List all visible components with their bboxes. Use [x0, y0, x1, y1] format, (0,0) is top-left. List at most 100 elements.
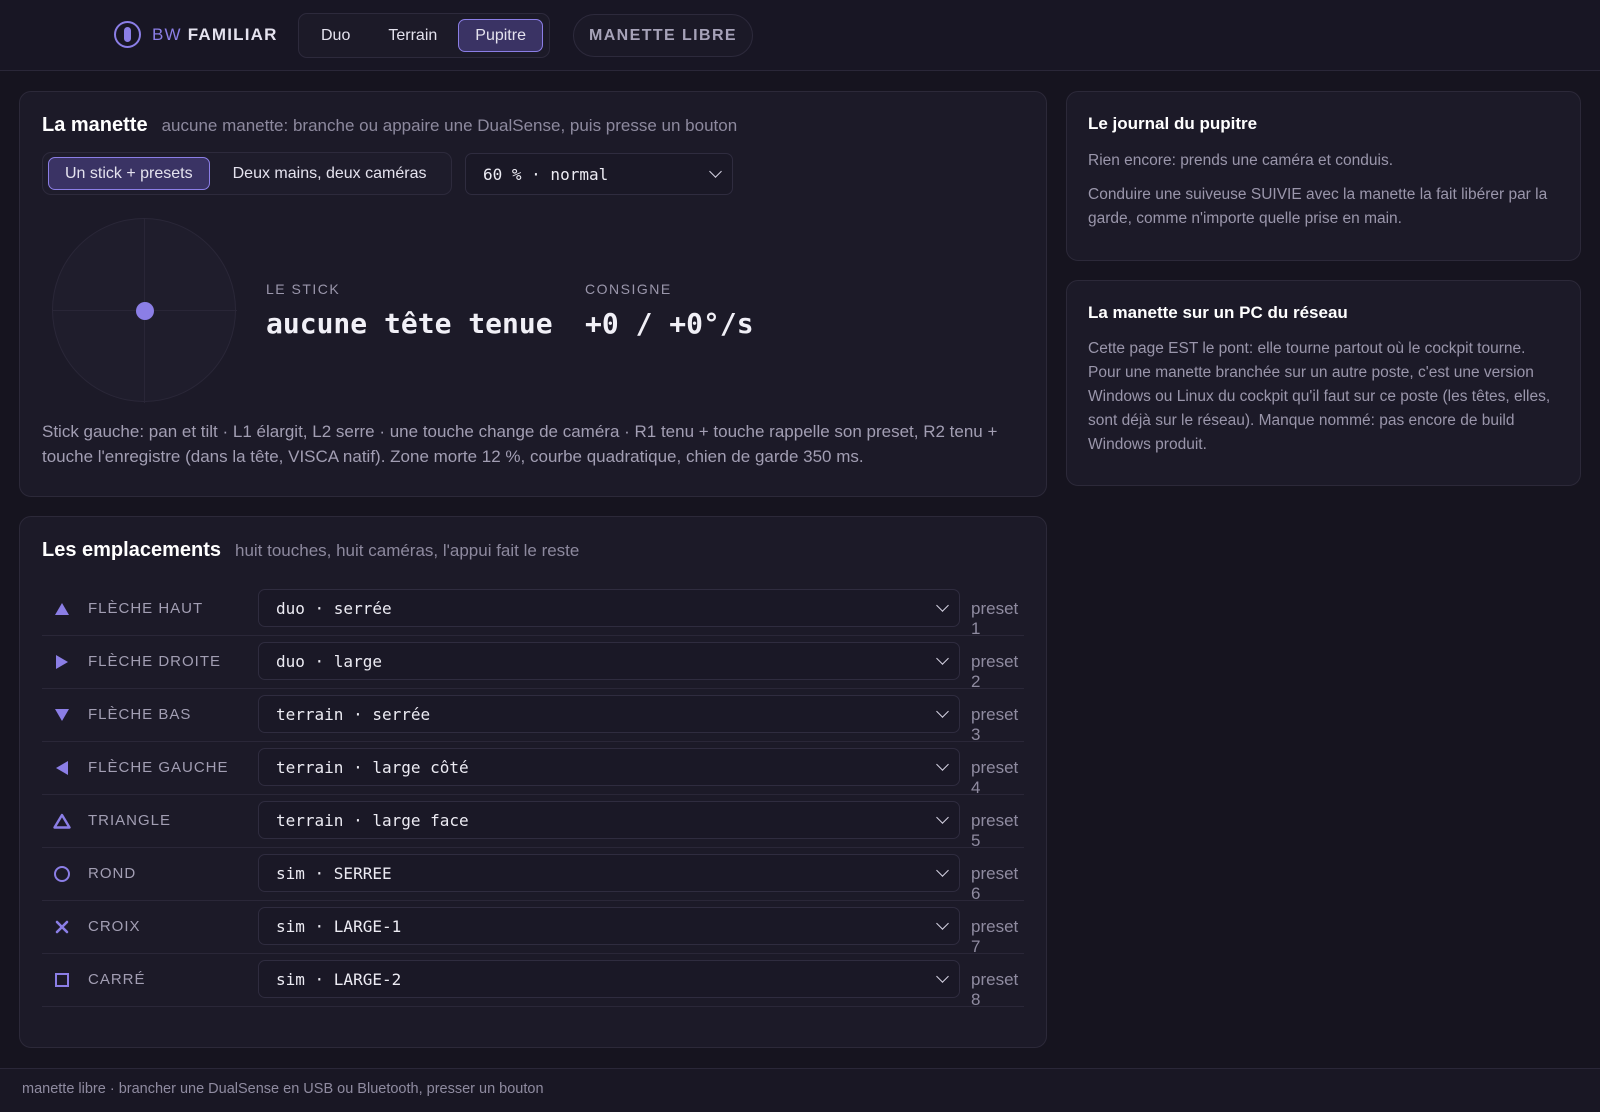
slot-camera-value: sim · LARGE-1 [276, 916, 402, 936]
chevron-down-icon [936, 811, 949, 824]
manette-card: La manette aucune manette: branche ou ap… [19, 91, 1047, 497]
journal-line: Conduire une suiveuse SUIVIE avec la man… [1088, 186, 1548, 227]
emplacements-card: Les emplacements huit touches, huit camé… [19, 516, 1047, 1048]
slot-camera-value: sim · SERREE [276, 863, 392, 883]
brand-name: FAMILIAR [187, 24, 278, 44]
chevron-down-icon [709, 165, 722, 178]
stick-position-dot [136, 302, 154, 320]
mode-one-stick[interactable]: Un stick + presets [48, 157, 210, 190]
chevron-down-icon [936, 917, 949, 930]
manette-status: aucune manette: branche ou appaire une D… [161, 116, 738, 135]
emplacements-subtitle: huit touches, huit caméras, l'appui fait… [234, 541, 580, 560]
slot-camera-value: duo · large [276, 651, 382, 671]
cross-icon [52, 917, 72, 937]
slot-label: ROND [88, 865, 137, 882]
slot-row: CARRÉ sim · LARGE-2 preset 8 [42, 954, 1024, 1009]
slot-row: TRIANGLE terrain · large face preset 5 [42, 795, 1024, 850]
slot-row: FLÈCHE GAUCHE terrain · large côté prese… [42, 742, 1024, 797]
slot-preset: preset 3 [971, 705, 1019, 744]
consigne-readout: CONSIGNE +0 / +0°/s [585, 281, 754, 340]
tab-terrain[interactable]: Terrain [371, 19, 454, 52]
slot-label: FLÈCHE GAUCHE [88, 759, 229, 776]
slot-preset: preset 8 [971, 970, 1019, 1009]
chevron-down-icon [936, 705, 949, 718]
triangle-icon [52, 811, 72, 831]
slot-camera-select[interactable]: duo · large [258, 642, 960, 680]
slot-camera-select[interactable]: sim · LARGE-1 [258, 907, 960, 945]
status-bar: manette libre · brancher une DualSense e… [0, 1068, 1600, 1112]
slot-row: FLÈCHE DROITE duo · large preset 2 [42, 636, 1024, 691]
tab-duo[interactable]: Duo [304, 19, 367, 52]
slot-row: CROIX sim · LARGE-1 preset 7 [42, 901, 1024, 956]
brand: BW FAMILIAR [114, 21, 278, 48]
brand-text: BW FAMILIAR [152, 25, 278, 45]
journal-title: Le journal du pupitre [1088, 114, 1258, 133]
stick-value: aucune tête tenue [266, 307, 553, 340]
arrow-up-icon [52, 599, 72, 619]
slot-camera-select[interactable]: sim · SERREE [258, 854, 960, 892]
chevron-down-icon [936, 652, 949, 665]
slot-preset: preset 4 [971, 758, 1019, 797]
chevron-down-icon [936, 758, 949, 771]
chevron-down-icon [936, 599, 949, 612]
stick-label: LE STICK [266, 281, 341, 297]
slot-camera-select[interactable]: terrain · large face [258, 801, 960, 839]
circle-icon [52, 864, 72, 884]
stick-visualizer [52, 218, 237, 403]
stick-readout: LE STICK aucune tête tenue [266, 281, 553, 340]
status-text: manette libre · brancher une DualSense e… [22, 1081, 544, 1097]
arrow-down-icon [52, 705, 72, 725]
mode-tabs: Un stick + presets Deux mains, deux camé… [42, 152, 452, 195]
speed-select[interactable]: 60 % · normal [465, 153, 733, 195]
chevron-down-icon [936, 970, 949, 983]
slot-preset: preset 6 [971, 864, 1019, 903]
slot-label: FLÈCHE BAS [88, 706, 192, 723]
manette-title: La manette [42, 114, 148, 136]
slot-preset: preset 5 [971, 811, 1019, 850]
slot-camera-select[interactable]: terrain · serrée [258, 695, 960, 733]
slot-row: FLÈCHE BAS terrain · serrée preset 3 [42, 689, 1024, 744]
slot-camera-value: terrain · serrée [276, 704, 431, 724]
brand-prefix: BW [152, 24, 182, 44]
emplacements-title: Les emplacements [42, 539, 221, 561]
slot-label: TRIANGLE [88, 812, 172, 829]
slot-preset: preset 2 [971, 652, 1019, 691]
slot-label: CARRÉ [88, 971, 146, 988]
slot-label: FLÈCHE DROITE [88, 653, 222, 670]
reseau-card: La manette sur un PC du réseau Cette pag… [1066, 280, 1581, 486]
slot-list: FLÈCHE HAUT duo · serrée preset 1 FLÈCHE… [42, 583, 1024, 1009]
slot-camera-select[interactable]: sim · LARGE-2 [258, 960, 960, 998]
arrow-right-icon [52, 652, 72, 672]
top-bar: BW FAMILIAR Duo Terrain Pupitre MANETTE … [0, 0, 1600, 71]
journal-card: Le journal du pupitre Rien encore: prend… [1066, 91, 1581, 261]
consigne-value: +0 / +0°/s [585, 307, 754, 340]
slot-camera-select[interactable]: duo · serrée [258, 589, 960, 627]
consigne-label: CONSIGNE [585, 281, 672, 297]
chevron-down-icon [936, 864, 949, 877]
mode-two-hands[interactable]: Deux mains, deux caméras [216, 157, 444, 190]
speed-select-value: 60 % · normal [483, 164, 609, 184]
reseau-title: La manette sur un PC du réseau [1088, 303, 1348, 322]
slot-row: ROND sim · SERREE preset 6 [42, 848, 1024, 903]
slot-label: FLÈCHE HAUT [88, 600, 204, 617]
slot-row: FLÈCHE HAUT duo · serrée preset 1 [42, 583, 1024, 638]
manette-header: La manette aucune manette: branche ou ap… [42, 114, 737, 137]
slot-preset: preset 7 [971, 917, 1019, 956]
emplacements-header: Les emplacements huit touches, huit camé… [42, 539, 579, 562]
slot-label: CROIX [88, 918, 141, 935]
tab-pupitre[interactable]: Pupitre [458, 19, 543, 52]
controls-help: Stick gauche: pan et tilt · L1 élargit, … [42, 422, 998, 466]
view-tabs: Duo Terrain Pupitre [298, 13, 550, 58]
slot-preset: preset 1 [971, 599, 1019, 638]
slot-camera-value: duo · serrée [276, 598, 392, 618]
arrow-left-icon [52, 758, 72, 778]
slot-camera-value: terrain · large face [276, 810, 469, 830]
square-icon [52, 970, 72, 990]
slot-camera-value: sim · LARGE-2 [276, 969, 402, 989]
journal-line: Rien encore: prends une caméra et condui… [1088, 152, 1394, 169]
slot-camera-value: terrain · large côté [276, 757, 469, 777]
manette-libre-button[interactable]: MANETTE LIBRE [573, 14, 753, 57]
slot-camera-select[interactable]: terrain · large côté [258, 748, 960, 786]
reseau-text: Cette page EST le pont: elle tourne part… [1088, 340, 1551, 453]
brand-logo-icon [114, 21, 141, 48]
